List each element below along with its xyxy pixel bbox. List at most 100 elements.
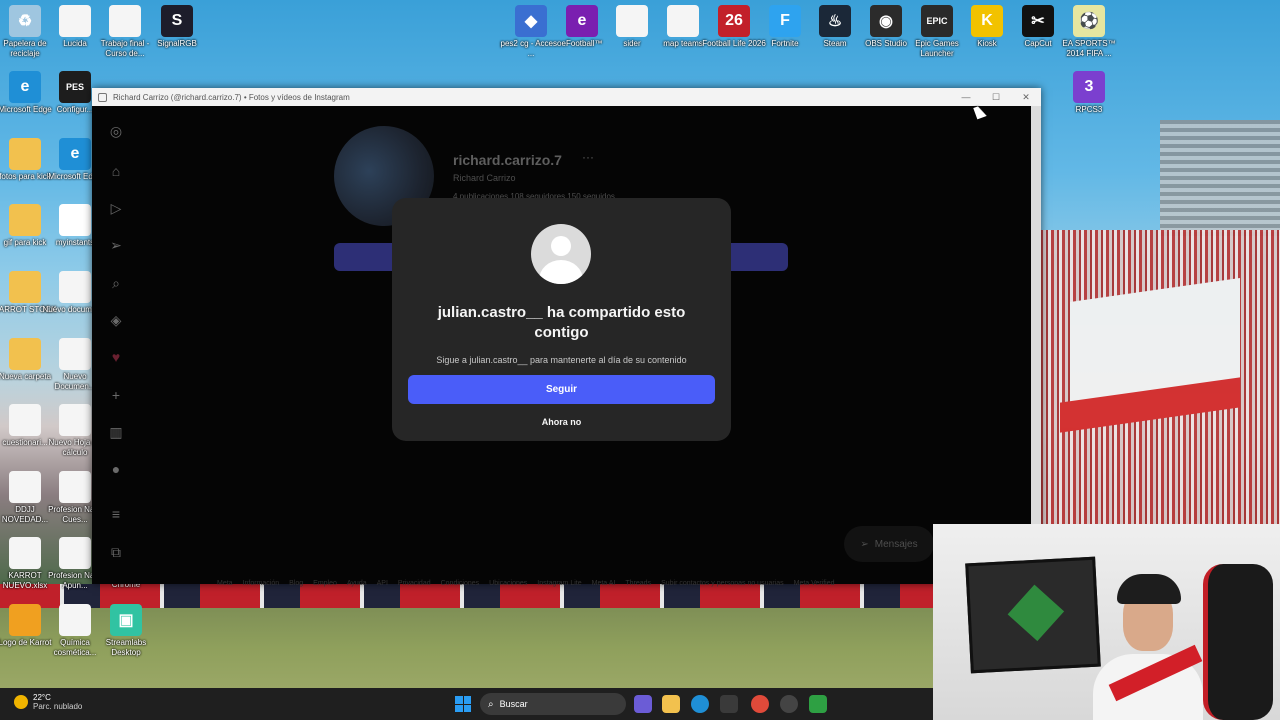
desktop-icon[interactable]: ▣ Streamlabs Desktop (93, 604, 159, 658)
create-plus-icon[interactable]: + (107, 386, 125, 404)
reels-icon[interactable]: ▷ (107, 199, 125, 217)
spreadsheet-icon (59, 404, 91, 436)
file-explorer-icon[interactable] (662, 695, 680, 713)
folder-icon (9, 138, 41, 170)
messages-button[interactable]: ➢ Mensajes (844, 526, 934, 562)
store-icon[interactable] (720, 695, 738, 713)
menu-icon[interactable]: ≡ (107, 505, 125, 523)
rpcs3-icon: 3 (1073, 71, 1105, 103)
document-icon (59, 604, 91, 636)
chrome-doc-icon (59, 537, 91, 569)
maximize-button[interactable]: ☐ (981, 88, 1011, 106)
epic-games-icon: EPIC (921, 5, 953, 37)
folder-icon (9, 271, 41, 303)
send-icon: ➢ (860, 538, 869, 550)
desktop-icon-label: eFootball™ (561, 39, 603, 48)
more-options-icon[interactable]: ··· (582, 150, 594, 164)
weather-sun-icon (14, 695, 28, 709)
document-icon (59, 5, 91, 37)
direct-icon[interactable]: ➢ (107, 236, 125, 254)
search-icon[interactable]: ⌕ (107, 274, 125, 292)
desktop-icon-label: gif para kick (3, 238, 47, 247)
chrome-doc-icon (59, 471, 91, 503)
share-dialog: julian.castro__ ha compartido esto conti… (392, 198, 731, 441)
dashboard-icon[interactable]: ▥ (107, 423, 125, 441)
profile-avatar-icon[interactable]: ● (107, 460, 125, 478)
shortcut-icon: ◆ (515, 5, 547, 37)
window-titlebar[interactable]: Richard Carrizo (@richard.carrizo.7) • F… (92, 88, 1041, 106)
browser-window[interactable]: Richard Carrizo (@richard.carrizo.7) • F… (92, 88, 1041, 587)
copilot-icon[interactable] (634, 695, 652, 713)
desktop-icon-label: Steam (823, 39, 847, 48)
stadium-painting (965, 556, 1101, 674)
footer-link[interactable]: Instagram Lite (537, 580, 581, 587)
desktop-icon-label: EA SPORTS™ 2014 FIFA ... (1062, 39, 1116, 58)
notifications-heart-icon[interactable]: ♥ (107, 348, 125, 366)
explore-icon[interactable]: ◈ (107, 311, 125, 329)
instagram-logo-icon[interactable]: ◎ (107, 122, 125, 140)
not-now-button[interactable]: Ahora no (408, 412, 715, 432)
document-icon (59, 271, 91, 303)
taskbar-search[interactable]: ⌕ Buscar (480, 693, 626, 715)
document-icon (616, 5, 648, 37)
spreadsheet-icon (9, 537, 41, 569)
steam-icon: ♨ (819, 5, 851, 37)
default-avatar-icon (531, 224, 591, 284)
document-icon (59, 338, 91, 370)
myinstants-icon: ▶ (59, 204, 91, 236)
chrome-doc-icon (109, 5, 141, 37)
footer-link[interactable]: API (377, 580, 388, 587)
home-icon[interactable]: ⌂ (107, 162, 125, 180)
desktop-icon-label: myinstants (55, 238, 95, 247)
footer-link[interactable]: Meta (217, 580, 233, 587)
footer-link[interactable]: Condiciones (441, 580, 480, 587)
folder-icon (9, 338, 41, 370)
edge-taskbar-icon[interactable] (691, 695, 709, 713)
instagram-sidebar: ◎ ⌂ ▷ ➢ ⌕ ◈ ♥ + ▥ ● ≡ ⧉ (92, 106, 140, 584)
taskbar: 22°C Parc. nublado ⌕ Buscar (0, 688, 933, 720)
minimize-button[interactable]: — (951, 88, 981, 106)
footer-link[interactable]: Meta Verified (794, 580, 835, 587)
chrome-doc-icon (9, 471, 41, 503)
image-icon (9, 604, 41, 636)
window-title: Richard Carrizo (@richard.carrizo.7) • F… (113, 92, 350, 102)
edge-icon: e (9, 71, 41, 103)
desktop-icon-label: SignalRGB (157, 39, 197, 48)
desktop-icon-label: Lucida (63, 39, 87, 48)
desktop-icon-label: map teams (663, 39, 703, 48)
desktop-icon-label: Streamlabs Desktop (105, 638, 147, 657)
desktop-icon[interactable]: 3 RPCS3 (1056, 71, 1122, 115)
signalrgb-icon: S (161, 5, 193, 37)
document-icon (9, 404, 41, 436)
desktop-icon-label: CapCut (1024, 39, 1052, 48)
xbox-icon[interactable] (809, 695, 827, 713)
weather-widget[interactable]: 22°C Parc. nublado (14, 693, 82, 711)
desktop-icon[interactable]: ⚽ EA SPORTS™ 2014 FIFA ... (1056, 5, 1122, 59)
footer-link[interactable]: Ayuda (347, 580, 367, 587)
desktop-icon-label: Kiosk (977, 39, 997, 48)
efootball-icon: e (566, 5, 598, 37)
webcam-overlay (933, 524, 1280, 720)
scrollbar[interactable] (1031, 106, 1041, 584)
footer-link[interactable]: Threads (625, 580, 651, 587)
follow-button[interactable]: Seguir (408, 375, 715, 404)
windows-start-icon[interactable] (455, 696, 471, 712)
desktop-icon-label: Configur... (56, 105, 94, 114)
footer-link[interactable]: Información (243, 580, 280, 587)
profile-full-name: Richard Carrizo (453, 173, 516, 183)
footer-link[interactable]: Empleo (313, 580, 337, 587)
recycle-bin-icon: ♻ (9, 5, 41, 37)
dialog-title: julian.castro__ ha compartido esto conti… (437, 304, 686, 341)
desktop-icon[interactable]: S SignalRGB (144, 5, 210, 49)
weather-temperature: 22°C (33, 693, 51, 702)
kiosk-icon: K (971, 5, 1003, 37)
footer-link[interactable]: Privacidad (398, 580, 431, 587)
chrome-taskbar-icon[interactable] (751, 695, 769, 713)
more-apps-icon[interactable]: ⧉ (107, 543, 125, 561)
footer-link[interactable]: Meta AI (592, 580, 616, 587)
footer-link[interactable]: Subir contactos y personas no usuarias (661, 580, 784, 587)
obs-taskbar-icon[interactable] (780, 695, 798, 713)
footer-link[interactable]: Ubicaciones (489, 580, 527, 587)
footer-link[interactable]: Blog (289, 580, 303, 587)
close-button[interactable]: ✕ (1011, 88, 1041, 106)
